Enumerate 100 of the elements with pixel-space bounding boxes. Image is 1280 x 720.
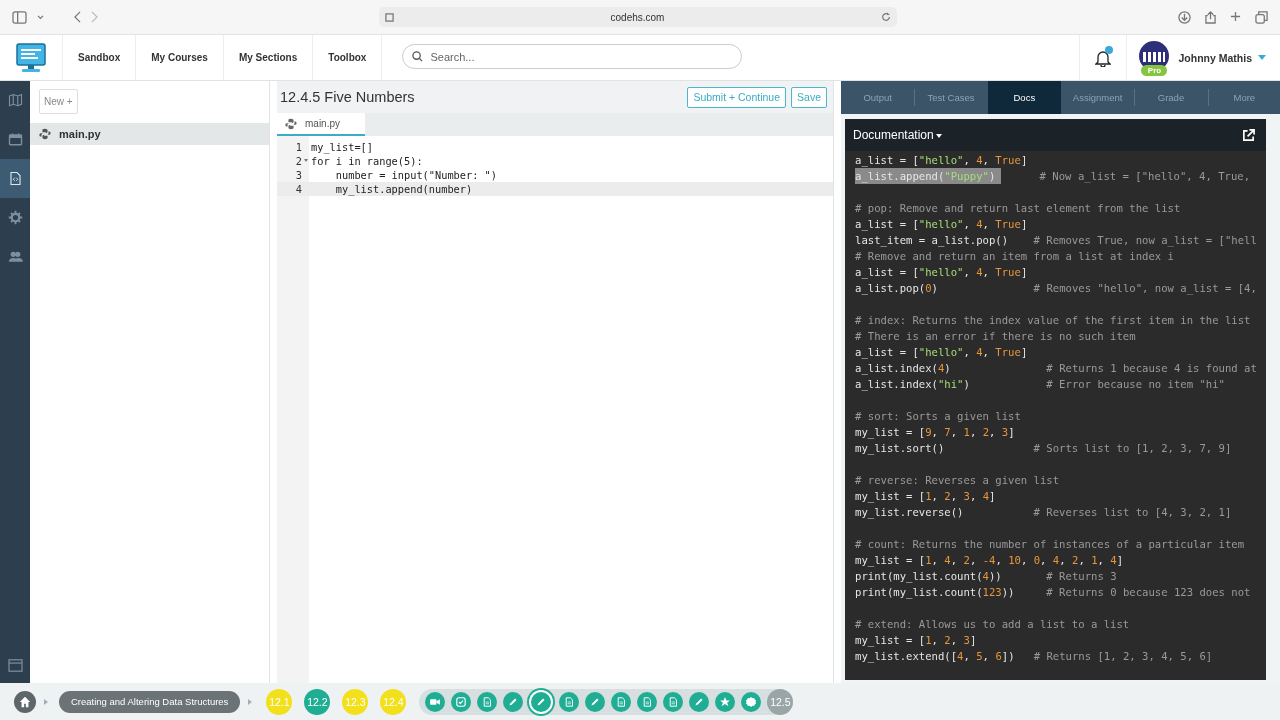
forward-icon[interactable] <box>91 11 98 23</box>
assignment-title: 12.4.5 Five Numbers <box>280 89 416 105</box>
code-file-icon <box>7 171 23 186</box>
activity-button[interactable] <box>689 691 710 712</box>
code-text: a_list = ["hello", 4, True] <box>855 265 1028 280</box>
code-text: print(my_list.count(123)) <box>855 585 1015 600</box>
code-comment: # extend: Allows us to add a list to a list <box>855 617 1130 632</box>
sidebar-icon[interactable] <box>12 10 27 24</box>
activity-button[interactable] <box>477 691 498 712</box>
panel-tab[interactable]: Output <box>841 81 915 114</box>
panel-tab[interactable]: Docs <box>987 81 1061 114</box>
code-text: my_list = [1, 2, 3, 4] <box>855 489 996 504</box>
activity-button[interactable] <box>425 691 446 712</box>
bell-icon[interactable] <box>1095 48 1112 67</box>
nav-link[interactable]: My Courses <box>136 35 224 80</box>
address-bar[interactable]: codehs.com <box>379 7 897 27</box>
code-text: a_list.append("Puppy") <box>855 168 1002 184</box>
code-text: a_list = ["hello", 4, True] <box>855 217 1028 232</box>
docs-dropdown[interactable]: Documentation <box>853 128 942 142</box>
submit-button[interactable]: Submit + Continue <box>687 86 787 108</box>
code-comment: # Remove and return an item from a list at index i <box>855 249 1174 264</box>
unit-pill[interactable]: Creating and Altering Data Structures <box>59 690 241 713</box>
line-number: 2 <box>295 154 302 168</box>
panel-tab[interactable]: More <box>1207 81 1280 114</box>
calendar-icon <box>7 132 23 147</box>
home-button[interactable] <box>14 690 36 713</box>
activity-button[interactable] <box>529 689 554 714</box>
line-number: 3 <box>295 168 302 182</box>
code-comment: # Removes True, now a_list = ["hell <box>1032 233 1257 248</box>
page-icon <box>385 12 394 22</box>
code-text: my_list = [1, 4, 2, -4, 10, 0, 4, 2, 1, 4] <box>855 553 1124 568</box>
save-button[interactable]: Save <box>791 86 827 108</box>
new-file-button[interactable]: New + <box>39 89 78 114</box>
download-icon[interactable] <box>1178 10 1191 24</box>
code-line: number = input("Number: ") <box>334 168 497 182</box>
code-line: for i in range(5): <box>310 154 423 168</box>
external-link-icon[interactable] <box>1242 128 1255 142</box>
code-comment: # There is an error if there is no such item <box>855 329 1136 344</box>
map-icon <box>7 93 23 108</box>
code-comment: # Reverses list to [4, 3, 2, 1] <box>1032 505 1232 520</box>
line-number: 4 <box>295 182 302 196</box>
tabs-icon[interactable] <box>1255 10 1268 24</box>
code-text: a_list.index(4) <box>855 361 951 376</box>
panel-tab[interactable]: Assignment <box>1061 81 1135 114</box>
nav-link[interactable]: Sandbox <box>63 35 137 80</box>
code-comment: # pop: Remove and return last element from the list <box>855 201 1181 216</box>
back-icon[interactable] <box>74 11 81 23</box>
code-text: my_list.extend([4, 5, 6]) <box>855 649 1015 664</box>
code-comment: # Returns [1, 2, 3, 4, 5, 6] <box>1032 649 1213 664</box>
code-comment: # Sorts list to [1, 2, 3, 7, 9] <box>1032 441 1232 456</box>
activity-button[interactable] <box>503 691 524 712</box>
code-line: my_list=[] <box>310 140 373 154</box>
search-field[interactable]: Search... <box>402 44 743 69</box>
panel-icon[interactable] <box>7 658 23 672</box>
file-item[interactable]: main.py <box>30 123 269 145</box>
snake-logo-icon <box>39 128 51 140</box>
code-comment: # index: Returns the index value of the first item in the list <box>855 313 1251 328</box>
checkbox-icon <box>454 694 469 709</box>
activity-button[interactable] <box>715 691 736 712</box>
user-name[interactable]: Johnny Mathis <box>1178 51 1252 64</box>
code-text: my_list = [9, 7, 1, 2, 3] <box>855 425 1015 440</box>
code-text: a_list.index("hi") <box>855 377 970 392</box>
nav-link[interactable]: My Sections <box>223 35 314 80</box>
activity-button[interactable] <box>637 691 658 712</box>
panel-tab[interactable]: Grade <box>1134 81 1208 114</box>
pro-badge: Pro <box>1141 64 1168 76</box>
code-comment: # Returns 0 because 123 does not <box>1045 585 1251 600</box>
activity-button[interactable] <box>741 691 762 712</box>
lesson-button[interactable]: 12.2 <box>304 688 331 715</box>
code-text: a_list = ["hello", 4, True] <box>855 153 1028 168</box>
caret-icon[interactable] <box>1258 55 1266 60</box>
code-comment: # Returns 1 because 4 is found at <box>1045 361 1257 376</box>
code-text: print(my_list.count(4)) <box>855 569 1002 584</box>
nav-link[interactable]: Toolbox <box>313 35 383 80</box>
code-comment: # Error because no item "hi" <box>1045 377 1225 392</box>
search-icon <box>412 51 424 62</box>
badge-icon <box>744 694 759 709</box>
activity-button[interactable] <box>451 691 472 712</box>
code-text: last_item = a_list.pop() <box>855 233 1009 248</box>
code-line: my_list.append(number) <box>334 182 473 196</box>
reload-icon[interactable] <box>881 12 891 22</box>
code-text: my_list.sort() <box>855 441 945 456</box>
file-tab[interactable]: main.py <box>277 113 365 136</box>
lesson-button[interactable]: 12.5 <box>767 688 794 715</box>
caret-icon[interactable] <box>37 14 44 20</box>
activity-button[interactable] <box>585 691 606 712</box>
activity-button[interactable] <box>611 691 632 712</box>
code-comment: # Now a_list = ["hello", 4, True, <box>1038 169 1251 184</box>
settings-icon <box>7 210 23 225</box>
monitor-logo-icon <box>15 41 47 74</box>
activity-button[interactable] <box>663 691 684 712</box>
home-icon <box>19 695 31 708</box>
code-comment: # Returns 3 <box>1045 569 1117 584</box>
share-icon[interactable] <box>1205 10 1216 24</box>
code-comment: # Removes "hello", now a_list = [4, <box>1032 281 1257 296</box>
code-text: a_list.pop(0) <box>855 281 938 296</box>
activity-button[interactable] <box>559 691 580 712</box>
plus-icon[interactable] <box>1230 10 1241 22</box>
panel-tab[interactable]: Test Cases <box>914 81 988 114</box>
code-text: a_list = ["hello", 4, True] <box>855 345 1028 360</box>
